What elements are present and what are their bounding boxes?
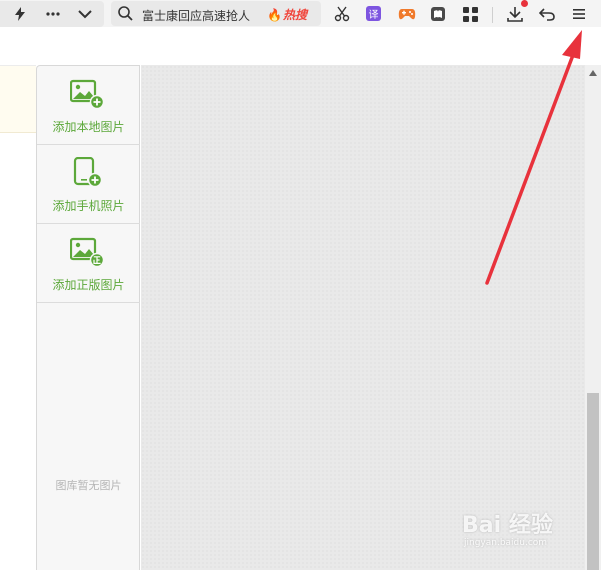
menu-icon[interactable] — [569, 4, 589, 24]
search-icon — [118, 6, 133, 25]
browser-toolbar: 富士康回应高速抢人 🔥热搜 译 — [0, 0, 601, 27]
reader-icon[interactable] — [428, 4, 448, 24]
scroll-up-arrow-icon[interactable] — [589, 70, 597, 78]
gallery-empty-text: 图库暂无图片 — [55, 479, 122, 492]
flame-icon: 🔥 — [267, 8, 282, 22]
toolbar-divider — [492, 7, 493, 23]
add-licensed-image-icon — [69, 236, 105, 268]
search-box[interactable]: 富士康回应高速抢人 🔥热搜 — [111, 1, 321, 26]
game-controller-icon[interactable] — [397, 4, 417, 24]
more-icon[interactable] — [43, 4, 63, 24]
translate-icon[interactable]: 译 — [366, 6, 381, 21]
image-preview-canvas — [141, 65, 585, 570]
notification-dot — [521, 0, 528, 7]
add-phone-photo-button[interactable]: 添加手机照片 — [37, 145, 140, 224]
download-icon[interactable] — [505, 4, 525, 24]
baidu-jingyan-watermark: Bai 经验 jingyan.baidu.com — [462, 503, 597, 555]
image-picker-panel: 添加本地图片 添加手机照片 添加正版图片 图库暂无图片 — [36, 65, 140, 570]
search-suggestion-text[interactable]: 富士康回应高速抢人 — [142, 7, 250, 24]
add-phone-photo-icon — [70, 156, 104, 189]
add-phone-photo-label: 添加手机照片 — [52, 199, 125, 213]
lightning-icon[interactable] — [10, 4, 30, 24]
watermark-url: jingyan.baidu.com — [464, 538, 548, 548]
add-local-image-label: 添加本地图片 — [52, 120, 125, 134]
chevron-down-icon[interactable] — [75, 4, 95, 24]
apps-grid-icon[interactable] — [460, 4, 480, 24]
add-local-image-icon — [69, 78, 105, 110]
hot-search-badge[interactable]: 🔥热搜 — [267, 6, 307, 23]
watermark-brand: Bai 经验 — [462, 513, 553, 538]
page-left-area — [0, 65, 36, 571]
scissors-icon[interactable] — [332, 4, 352, 24]
add-licensed-image-button[interactable]: 添加正版图片 — [37, 224, 140, 303]
page-header-strip — [0, 27, 601, 65]
add-local-image-button[interactable]: 添加本地图片 — [37, 66, 140, 145]
add-licensed-image-label: 添加正版图片 — [52, 278, 125, 292]
hot-search-label: 热搜 — [282, 8, 307, 22]
notice-bar — [0, 66, 36, 133]
undo-icon[interactable] — [537, 4, 557, 24]
